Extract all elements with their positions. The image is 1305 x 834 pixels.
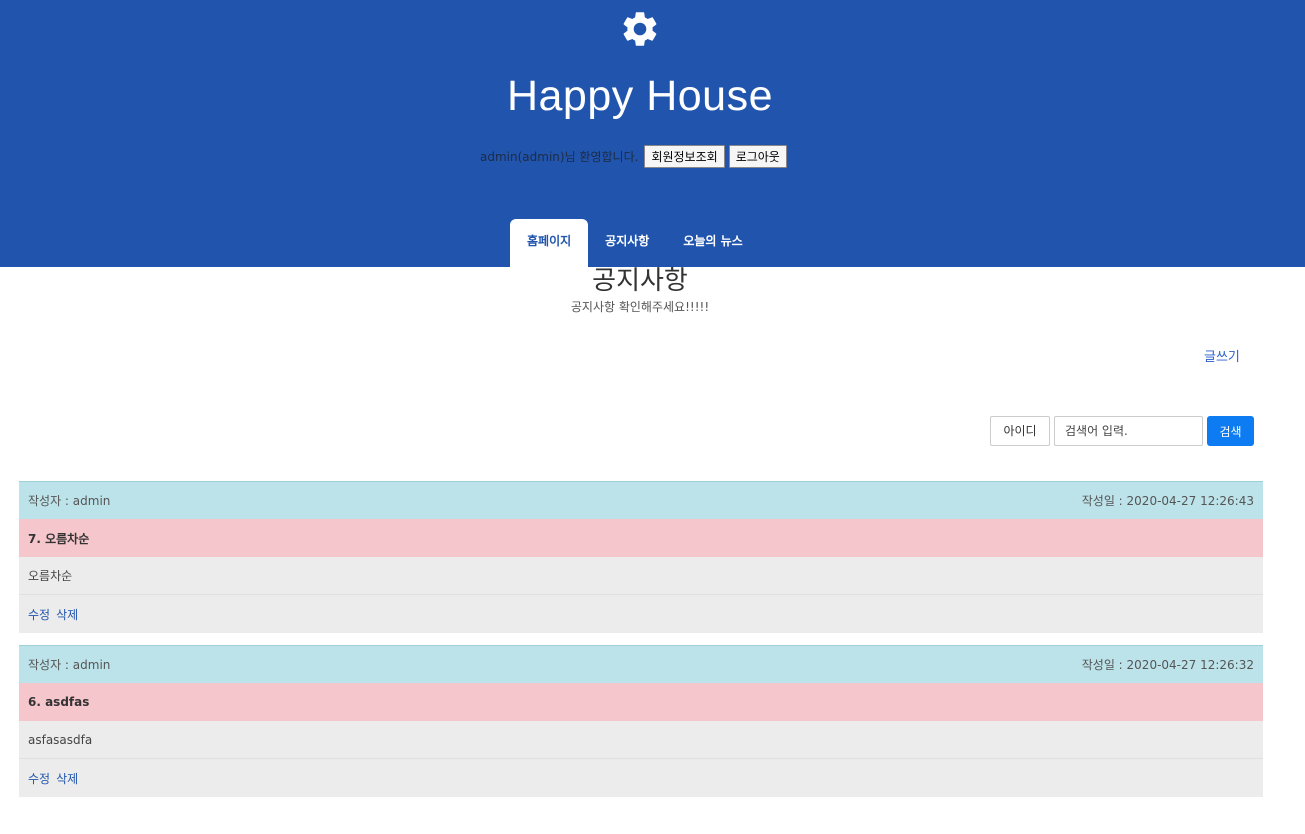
post-body: 오름차순 <box>19 557 1263 595</box>
post-card: 작성자 : admin 작성일 : 2020-04-27 12:26:43 7.… <box>19 481 1263 633</box>
post-author: 작성자 : admin <box>28 494 111 508</box>
site-title: Happy House <box>506 72 774 120</box>
post-date: 작성일 : 2020-04-27 12:26:43 <box>1081 494 1254 508</box>
post-subject: 7. 오름차순 <box>19 519 1263 557</box>
page-title: 공지사항 <box>592 266 688 296</box>
post-subject: 6. asdfas <box>19 683 1263 721</box>
member-info-button[interactable]: 회원정보조회 <box>644 144 725 168</box>
search-field-select[interactable]: 아이디 <box>990 416 1050 446</box>
logout-button[interactable]: 로그아웃 <box>728 144 787 168</box>
post-meta: 작성자 : admin 작성일 : 2020-04-27 12:26:32 <box>19 645 1263 683</box>
site-header: Happy House admin(admin)님 환영합니다. 회원정보조회 … <box>0 0 1305 267</box>
post-card: 작성자 : admin 작성일 : 2020-04-27 12:26:32 6.… <box>19 645 1263 797</box>
post-date: 작성일 : 2020-04-27 12:26:32 <box>1081 658 1254 672</box>
welcome-message: admin(admin)님 환영합니다. <box>480 149 639 164</box>
post-actions: 수정 삭제 <box>19 759 1263 797</box>
page-subtitle: 공지사항 확인해주세요!!!!! <box>570 300 710 314</box>
post-meta: 작성자 : admin 작성일 : 2020-04-27 12:26:43 <box>19 481 1263 519</box>
edit-link[interactable]: 수정 <box>28 606 50 623</box>
post-author: 작성자 : admin <box>28 658 111 672</box>
gear-icon <box>623 12 657 46</box>
edit-link[interactable]: 수정 <box>28 770 50 787</box>
post-actions: 수정 삭제 <box>19 595 1263 633</box>
search-button[interactable]: 검색 <box>1207 416 1254 446</box>
delete-link[interactable]: 삭제 <box>56 770 78 787</box>
post-body: asfasasdfa <box>19 721 1263 759</box>
search-bar: 아이디 검색 <box>990 416 1254 446</box>
write-post-link[interactable]: 글쓰기 <box>1204 346 1240 365</box>
welcome-bar: admin(admin)님 환영합니다. 회원정보조회 로그아웃 <box>480 144 787 168</box>
delete-link[interactable]: 삭제 <box>56 606 78 623</box>
search-input[interactable] <box>1054 416 1203 446</box>
